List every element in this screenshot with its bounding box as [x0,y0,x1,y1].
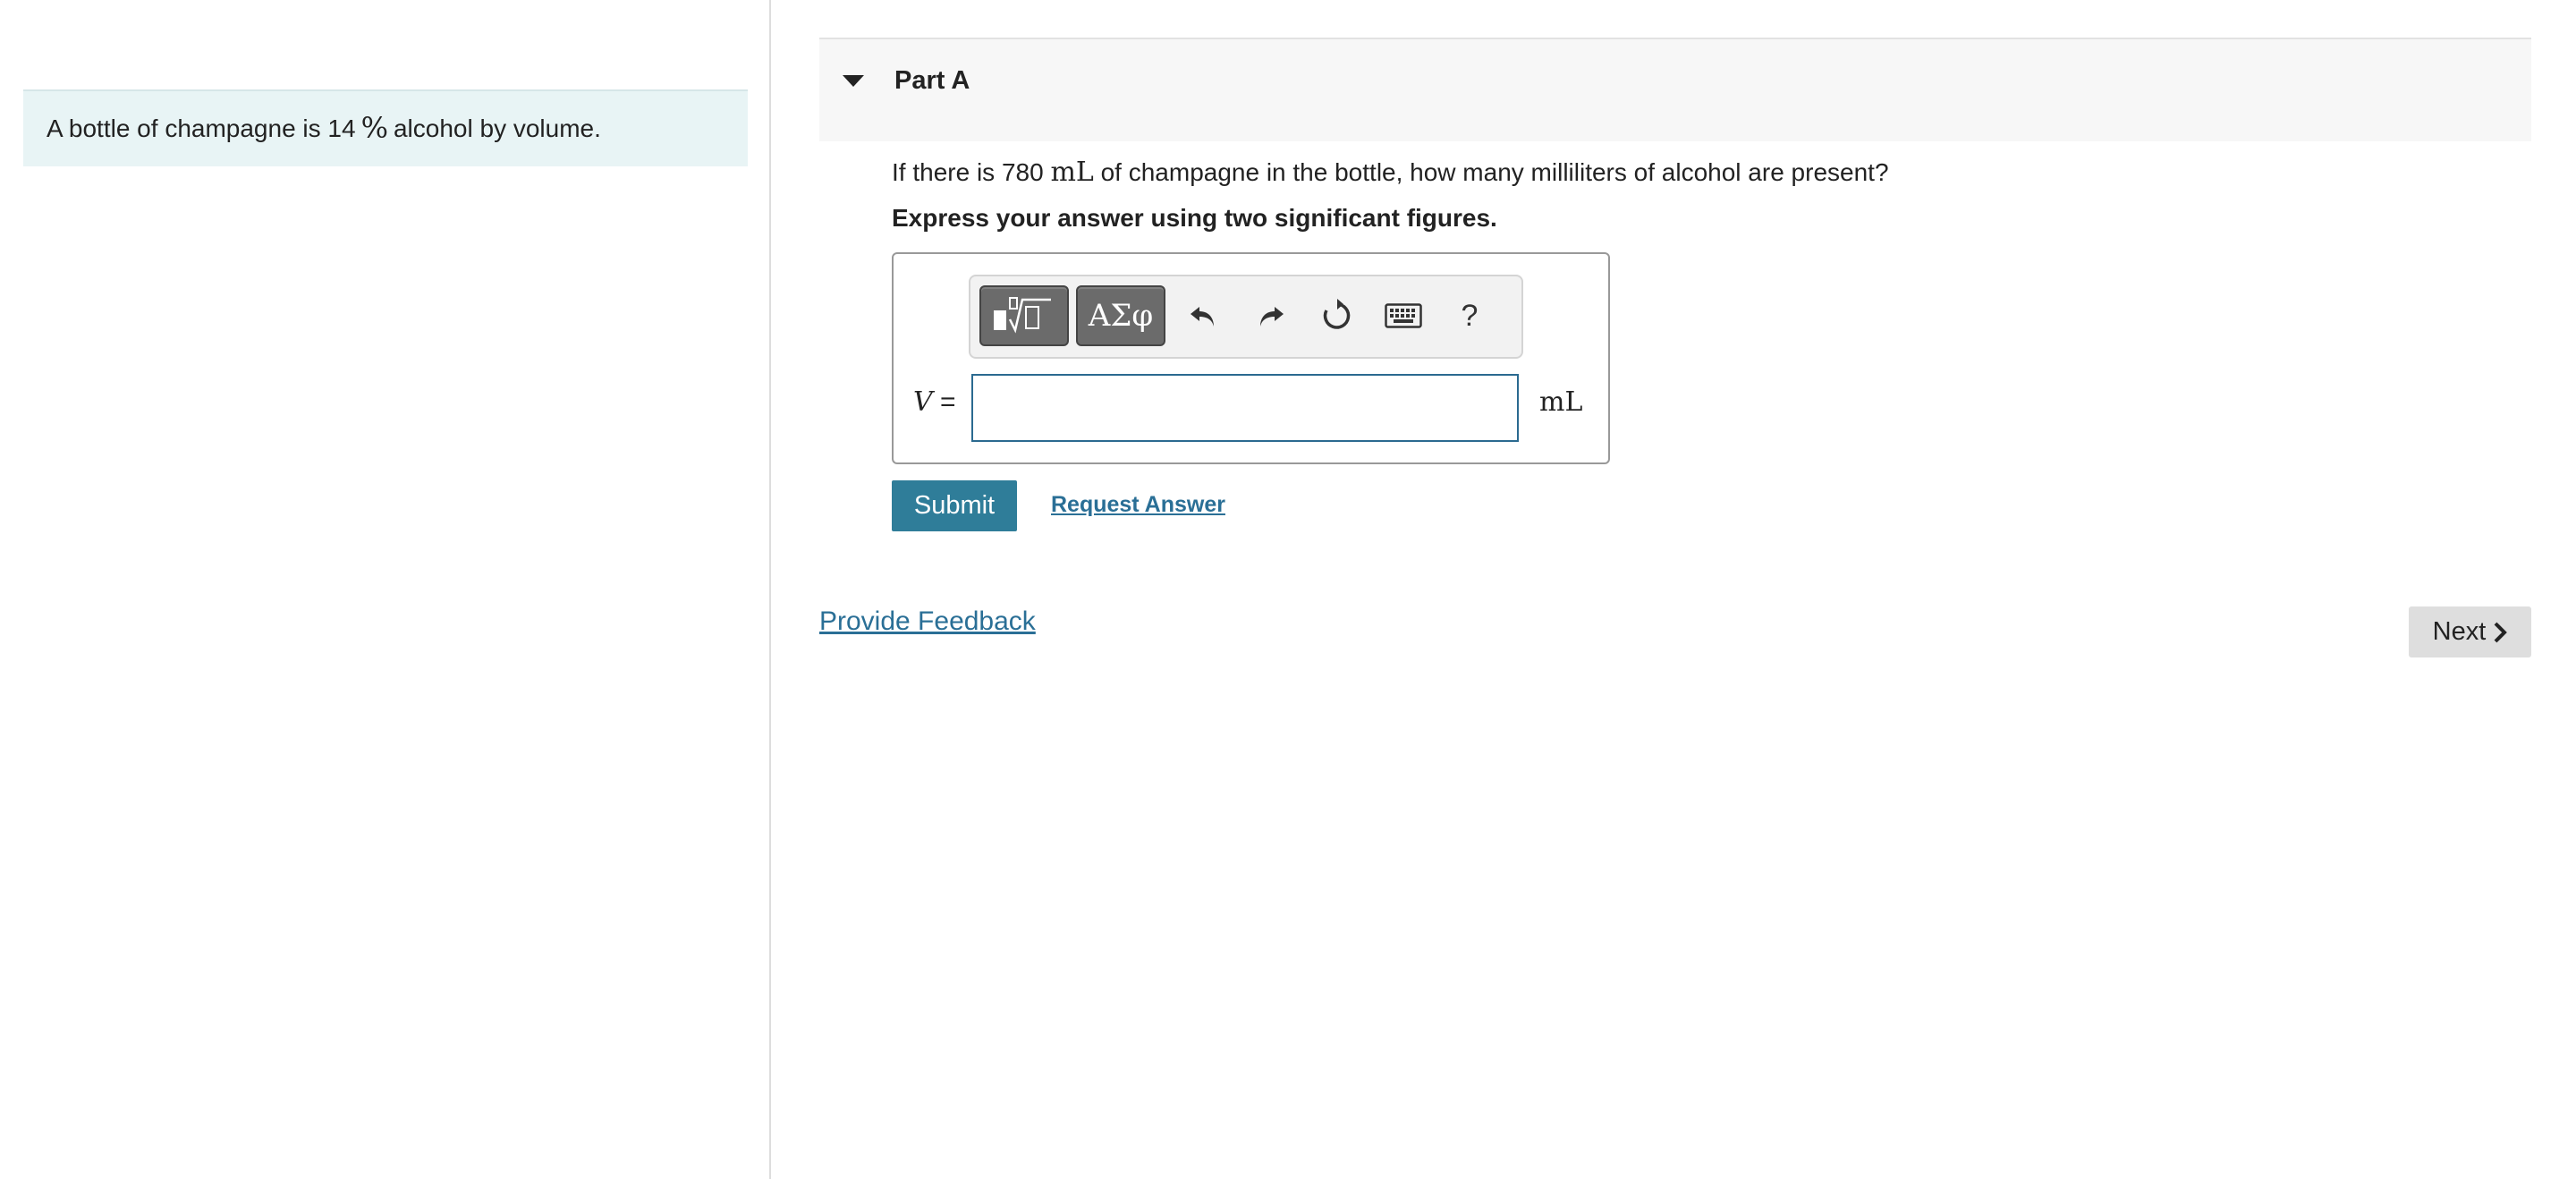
templates-button[interactable] [979,285,1069,346]
variable-label: V = [913,386,956,418]
provide-feedback-link[interactable]: Provide Feedback [819,606,1036,637]
answer-box: ΑΣφ ? V = mL [892,252,1610,464]
keyboard-icon[interactable] [1378,289,1428,343]
next-button[interactable]: Next [2409,606,2531,657]
redo-icon[interactable] [1246,289,1296,343]
collapse-caret-icon[interactable] [843,75,864,87]
problem-text-after: alcohol by volume. [393,115,601,142]
greek-symbols-button[interactable]: ΑΣφ [1076,285,1165,346]
answer-input[interactable] [971,374,1519,442]
templates-icon [994,297,1051,334]
math-toolbar: ΑΣφ ? [969,275,1523,359]
question-unit: mL [1050,157,1094,188]
help-icon[interactable]: ? [1445,289,1495,343]
reset-icon[interactable] [1312,289,1362,343]
problem-statement: A bottle of champagne is 14 % alcohol by… [23,89,748,166]
undo-icon[interactable] [1178,289,1228,343]
equals-sign: = [940,387,956,417]
percent-symbol: % [360,111,388,145]
chevron-right-icon [2494,622,2508,642]
variable-name: V [913,386,933,418]
request-answer-link[interactable]: Request Answer [1051,492,1225,518]
part-title: Part A [894,66,970,95]
problem-text-before: A bottle of champagne is 14 [47,115,356,142]
part-header[interactable]: Part A [819,38,2531,141]
question-after: of champagne in the bottle, how many mil… [1100,158,1889,186]
question-before: If there is 780 [892,158,1044,186]
submit-button[interactable]: Submit [892,480,1017,531]
question-text: If there is 780 mL of champagne in the b… [892,157,1889,188]
answer-instruction: Express your answer using two significan… [892,204,1497,232]
next-label: Next [2432,617,2487,646]
left-panel: A bottle of champagne is 14 % alcohol by… [0,0,771,1179]
answer-unit: mL [1539,386,1583,418]
